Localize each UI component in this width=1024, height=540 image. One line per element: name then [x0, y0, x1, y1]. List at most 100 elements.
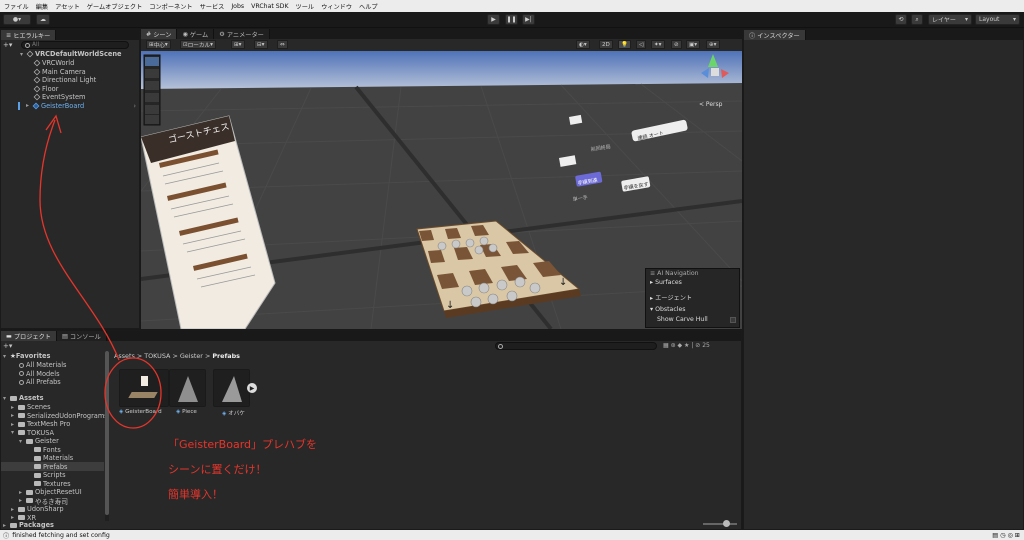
play-button[interactable]: ▶ [487, 14, 500, 25]
folder-row[interactable]: ▾ Geister [19, 437, 59, 445]
folder-row[interactable]: Scripts [34, 471, 66, 479]
packages-row[interactable]: ▸ Packages [3, 521, 54, 529]
menu-tools[interactable]: ツール [296, 2, 315, 11]
expand-prefab-button[interactable]: ▶ [247, 383, 257, 393]
menu-edit[interactable]: 編集 [36, 2, 48, 11]
filter-buttons[interactable]: ▦ ⊛ ◆ ★ | ⊘ 25 [663, 342, 710, 349]
effects-toggle[interactable]: ✦▾ [651, 40, 665, 49]
status-message[interactable]: finished fetching and set config [12, 532, 110, 539]
tab-inspector[interactable]: ⓘ インスペクター [744, 30, 806, 40]
surfaces-row[interactable]: ▸ Surfaces [650, 279, 682, 286]
folder-row[interactable]: ▾ TOKUSA [11, 429, 54, 437]
tree-scrollbar[interactable] [105, 351, 109, 521]
project-search-input[interactable] [495, 342, 657, 350]
layout-dropdown[interactable]: Layout ▾ [975, 14, 1020, 25]
2d-toggle[interactable]: 2D [599, 40, 613, 49]
favorites-row[interactable]: ▾ ★ Favorites [3, 352, 50, 360]
transform-tools[interactable] [143, 54, 161, 126]
assets-root-row[interactable]: ▾ Assets [3, 394, 44, 402]
menu-assets[interactable]: アセット [55, 2, 80, 11]
menu-gameobject[interactable]: ゲームオブジェクト [87, 2, 143, 11]
folder-row[interactable]: ▸ TextMesh Pro [11, 420, 70, 428]
obstacles-row[interactable]: ▾ Obstacles [650, 306, 685, 313]
asset-ghost[interactable] [213, 369, 250, 407]
tree-item[interactable]: Main Camera [33, 68, 86, 76]
folder-row[interactable]: ▸ SerializedUdonPrograms [11, 412, 108, 420]
gizmos-button[interactable]: ⊕▾ [706, 40, 720, 49]
hidden-objects-toggle[interactable]: ⊘ [671, 40, 682, 49]
asset-geisterboard[interactable] [119, 369, 169, 407]
hand-tool-icon[interactable] [145, 57, 159, 66]
asset-piece[interactable] [169, 369, 206, 407]
tree-item[interactable]: Floor [33, 85, 58, 93]
camera-settings-button[interactable]: ▣▾ [686, 40, 701, 49]
lighting-toggle[interactable]: 💡 [618, 40, 631, 49]
tab-console[interactable]: ▤ コンソール [56, 331, 107, 341]
breadcrumb-item[interactable]: Geister [180, 352, 203, 360]
tab-project[interactable]: ▬ プロジェクト [1, 331, 57, 341]
cloud-button[interactable]: ☁ [36, 14, 50, 25]
step-button[interactable]: ▶| [522, 14, 535, 25]
draw-mode-button[interactable]: ◐▾ [576, 40, 590, 49]
transform-tool-icon[interactable] [145, 115, 159, 124]
add-object-button[interactable]: +▾ [3, 41, 19, 49]
favorite-item[interactable]: All Prefabs [19, 378, 61, 386]
breadcrumb-item[interactable]: TOKUSA [144, 352, 170, 360]
tab-hierarchy[interactable]: ≡ ヒエラルキー [1, 30, 57, 40]
folder-row[interactable]: ▸ Scenes [11, 403, 51, 411]
drag-handle-icon[interactable]: ≡ [650, 270, 655, 277]
create-asset-button[interactable]: +▾ [3, 342, 12, 350]
tree-item[interactable]: EventSystem [33, 93, 85, 101]
scale-tool-icon[interactable] [145, 93, 159, 102]
account-button[interactable]: ●▾ [3, 14, 31, 25]
tree-item[interactable]: Directional Light [33, 76, 96, 84]
hierarchy-search-input[interactable]: All [21, 41, 129, 49]
search-button[interactable]: ⌕ [911, 14, 923, 25]
favorite-item[interactable]: All Models [19, 370, 60, 378]
move-tool-icon[interactable] [145, 69, 159, 78]
folder-row[interactable]: ▸ UdonSharp [11, 505, 64, 513]
space-toggle[interactable]: ⊡ ローカル ▾ [180, 40, 216, 49]
status-icons[interactable]: ▤ ◷ ◎ ⊞ [992, 532, 1020, 539]
agent-row[interactable]: ▸ エージェント [650, 293, 692, 302]
snap-button[interactable]: ⊟▾ [254, 40, 268, 49]
breadcrumb-item-current[interactable]: Prefabs [212, 352, 240, 360]
rect-tool-icon[interactable] [145, 105, 159, 114]
audio-toggle[interactable]: ◁ [636, 40, 647, 49]
breadcrumb-item[interactable]: Assets [114, 352, 135, 360]
grid-snap-button[interactable]: ⊞▾ [231, 40, 245, 49]
menu-help[interactable]: ヘルプ [359, 2, 378, 11]
chevron-right-icon[interactable]: › [133, 102, 136, 110]
thumbnail-size-slider[interactable] [703, 520, 737, 527]
layers-dropdown[interactable]: レイヤー ▾ [928, 14, 972, 25]
tree-item-prefab[interactable]: ▸ GeisterBoard › [26, 102, 138, 110]
tab-animator[interactable]: ⚙ アニメーター [214, 29, 270, 39]
menu-window[interactable]: ウィンドウ [321, 2, 352, 11]
scrollbar-thumb[interactable] [105, 351, 109, 515]
favorite-label: All Models [26, 369, 60, 378]
menu-file[interactable]: ファイル [4, 2, 29, 11]
tab-scene[interactable]: # シーン [141, 29, 178, 39]
scene-row[interactable]: ▾ VRCDefaultWorldScene [20, 50, 122, 58]
rotate-tool-icon[interactable] [145, 81, 159, 90]
pivot-toggle[interactable]: ⊞ 中心 ▾ [146, 40, 171, 49]
favorite-item[interactable]: All Materials [19, 361, 67, 369]
history-button[interactable]: ⟲ [895, 14, 907, 25]
folder-label: Prefabs [43, 462, 68, 471]
tab-game[interactable]: ◉ ゲーム [177, 29, 215, 39]
menu-jobs[interactable]: Jobs [231, 3, 244, 10]
persp-label[interactable]: < Persp [699, 101, 723, 108]
folder-row[interactable]: ▸ やるき寿司 [19, 497, 68, 506]
folder-row-selected[interactable]: Prefabs [34, 463, 67, 471]
slider-thumb[interactable] [723, 520, 730, 527]
search-icon [498, 344, 503, 349]
pause-button[interactable]: ❚❚ [505, 14, 518, 25]
menu-vrchat-sdk[interactable]: VRChat SDK [251, 3, 288, 10]
increment-button[interactable]: ⇔ [277, 40, 288, 49]
folder-row[interactable]: Fonts [34, 446, 61, 454]
tree-item[interactable]: VRCWorld [33, 59, 74, 67]
show-carve-hull-checkbox[interactable] [730, 317, 736, 323]
menu-services[interactable]: サービス [200, 2, 225, 11]
menu-component[interactable]: コンポーネント [149, 2, 192, 11]
folder-row[interactable]: Textures [34, 480, 71, 488]
